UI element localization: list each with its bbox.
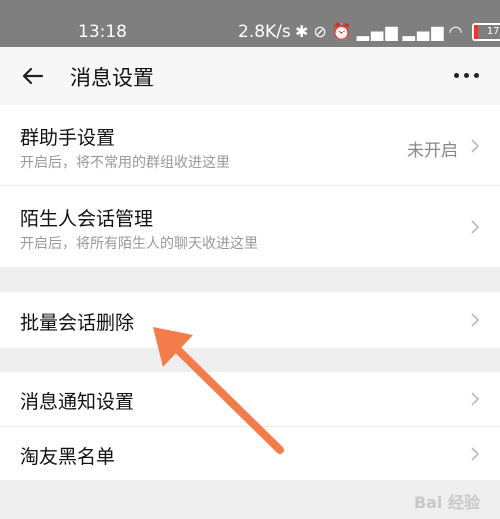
chevron-right-icon xyxy=(471,220,480,234)
more-options-icon[interactable] xyxy=(454,65,484,85)
settings-group-2: 批量会话删除 xyxy=(0,292,500,348)
chevron-right-icon xyxy=(471,392,480,406)
battery-level: 17 xyxy=(486,26,500,37)
stranger-chat-row[interactable]: 陌生人会话管理 开启后，将所有陌生人的聊天收进这里 xyxy=(0,186,500,267)
row-value: 未开启 xyxy=(407,141,458,161)
status-net-speed: 2.8K/s xyxy=(238,22,291,42)
chevron-right-icon xyxy=(471,313,480,327)
row-subtitle: 开启后，将不常用的群组收进这里 xyxy=(20,155,230,171)
chevron-right-icon xyxy=(471,447,480,461)
watermark: Bai 经验 xyxy=(413,493,480,512)
status-time: 13:18 xyxy=(78,22,127,42)
mute-icon: ⊘ xyxy=(313,22,329,41)
blacklist-row[interactable]: 淘友黑名单 xyxy=(0,427,500,481)
row-label: 消息通知设置 xyxy=(20,391,135,413)
row-label: 陌生人会话管理 xyxy=(20,208,154,230)
chevron-right-icon xyxy=(471,139,480,153)
settings-group-3: 消息通知设置 淘友黑名单 xyxy=(0,372,500,480)
status-bar: 13:18 2.8K/s ✱ ⊘ ⏰ ▂▄▆ ▂▄▆ ◠ 17 xyxy=(0,0,500,47)
battery-icon: 17 xyxy=(471,22,500,41)
row-subtitle: 开启后，将所有陌生人的聊天收进这里 xyxy=(20,236,258,252)
wifi-icon: ◠ xyxy=(448,22,465,41)
status-icons: ✱ ⊘ ⏰ ▂▄▆ ▂▄▆ ◠ 17 xyxy=(295,22,500,41)
batch-delete-row[interactable]: 批量会话删除 xyxy=(0,292,500,348)
notification-settings-row[interactable]: 消息通知设置 xyxy=(0,372,500,427)
row-label: 群助手设置 xyxy=(20,127,116,149)
page-title: 消息设置 xyxy=(70,66,154,90)
bluetooth-icon: ✱ xyxy=(295,22,311,41)
top-bar: 消息设置 xyxy=(0,47,500,105)
signal-icon: ▂▄▆ xyxy=(402,22,446,41)
signal-icon: ▂▄▆ xyxy=(356,22,400,41)
back-arrow-icon[interactable] xyxy=(18,61,48,91)
group-assistant-row[interactable]: 群助手设置 开启后，将不常用的群组收进这里 未开启 xyxy=(0,105,500,186)
settings-group-1: 群助手设置 开启后，将不常用的群组收进这里 未开启 陌生人会话管理 开启后，将所… xyxy=(0,105,500,267)
row-label: 批量会话删除 xyxy=(20,312,135,334)
alarm-icon: ⏰ xyxy=(331,22,354,41)
row-label: 淘友黑名单 xyxy=(20,446,116,468)
